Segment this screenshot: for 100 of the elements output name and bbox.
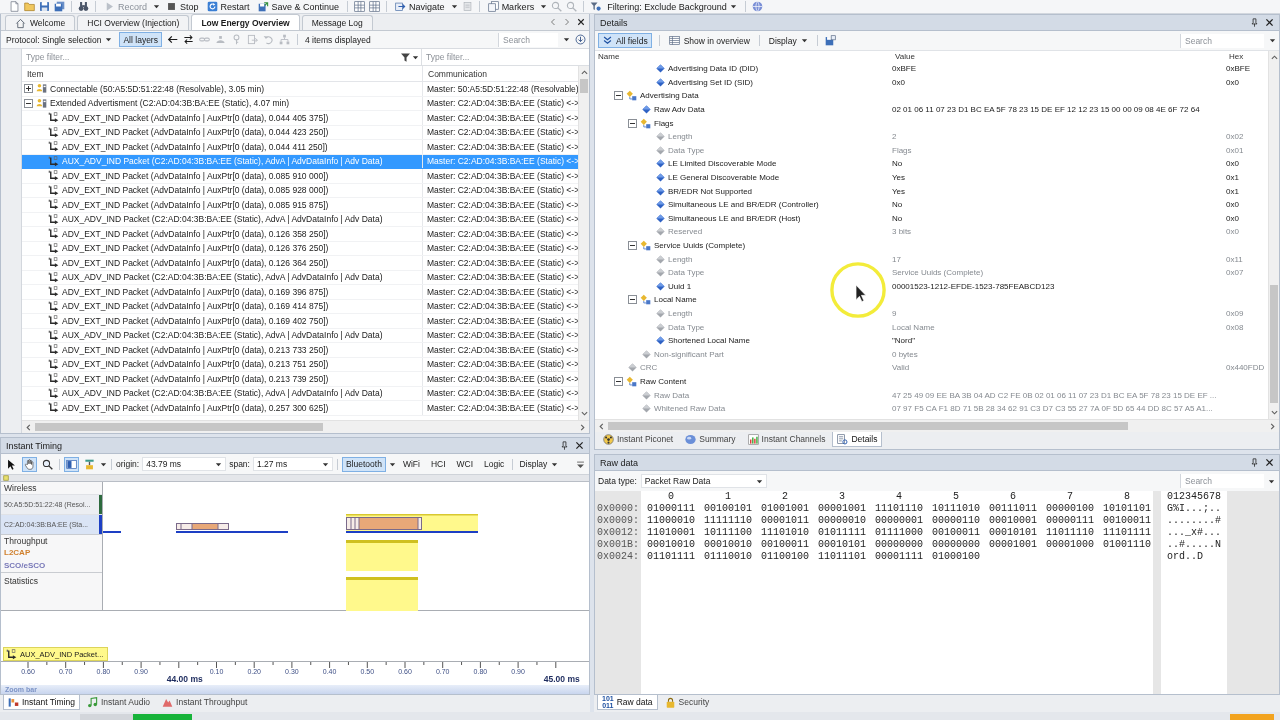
- panel-tab[interactable]: Security: [659, 695, 715, 710]
- column-header[interactable]: Hex: [1229, 52, 1244, 61]
- binoculars-icon[interactable]: [78, 1, 89, 12]
- panel-tab[interactable]: Instant Throughput: [157, 695, 253, 710]
- field-name[interactable]: Data Type: [668, 145, 705, 155]
- scrollbar-thumb[interactable]: [1270, 285, 1278, 403]
- field-name[interactable]: Advertising Data ID (DID): [668, 64, 759, 74]
- toolbar-button[interactable]: Restart: [204, 0, 252, 13]
- caret-icon[interactable]: [412, 53, 419, 61]
- field-name[interactable]: LE Limited Discoverable Mode: [668, 159, 777, 169]
- close-icon[interactable]: [1265, 18, 1274, 27]
- field-name[interactable]: BR/EDR Not Supported: [668, 186, 753, 196]
- overflow-caret-icon[interactable]: [575, 458, 586, 470]
- field-name[interactable]: Length: [668, 309, 693, 318]
- toolbar-button[interactable]: Save & Continue: [255, 0, 342, 13]
- funnel-icon[interactable]: [400, 51, 411, 63]
- caret-icon[interactable]: [450, 3, 458, 10]
- search-field[interactable]: Search: [1180, 474, 1264, 488]
- field-name[interactable]: Service Uuids (Complete): [654, 241, 746, 250]
- pin-icon[interactable]: [1250, 458, 1259, 467]
- panel-tab[interactable]: Instant Piconet: [598, 432, 679, 447]
- panel-tab[interactable]: Summary: [680, 432, 741, 447]
- minus-box-icon[interactable]: [614, 376, 623, 386]
- minus-box-icon[interactable]: [614, 91, 623, 101]
- floppy-stack-icon[interactable]: [54, 1, 65, 12]
- tool-button[interactable]: [64, 456, 79, 472]
- field-name[interactable]: Raw Data: [654, 390, 690, 400]
- horizontal-scrollbar[interactable]: [595, 419, 1279, 432]
- scroll-up-icon[interactable]: [1270, 54, 1278, 61]
- field-name[interactable]: LE General Discoverable Mode: [668, 173, 780, 183]
- vertical-scrollbar[interactable]: [578, 66, 589, 420]
- scrollbar-thumb[interactable]: [580, 79, 588, 93]
- document-tab[interactable]: Message Log: [301, 15, 373, 30]
- display-dropdown[interactable]: Display: [766, 33, 810, 48]
- document-tab[interactable]: HCI Overview (Injection): [77, 15, 190, 30]
- filter-toggle[interactable]: Logic: [480, 456, 509, 472]
- filter-toggle[interactable]: WCI: [452, 456, 478, 472]
- document-tab[interactable]: Low Energy Overview: [191, 14, 300, 30]
- column-header[interactable]: Value: [895, 52, 915, 61]
- caret-icon[interactable]: [100, 460, 107, 468]
- caret-icon[interactable]: [1268, 477, 1275, 485]
- vertical-scrollbar[interactable]: [1268, 51, 1279, 419]
- field-name[interactable]: Length: [668, 132, 693, 142]
- grid-icon[interactable]: [354, 1, 366, 12]
- column-header[interactable]: Communication: [428, 68, 488, 79]
- toolbar-button[interactable]: Navigate: [393, 0, 447, 13]
- show-in-overview-button[interactable]: Show in overview: [666, 33, 752, 48]
- scroll-left-icon[interactable]: [598, 422, 605, 430]
- scroll-up-icon[interactable]: [580, 69, 588, 76]
- scroll-left-icon[interactable]: [25, 423, 32, 431]
- field-name[interactable]: Raw Adv Data: [654, 105, 705, 115]
- caret-icon[interactable]: [563, 36, 570, 43]
- document-tab[interactable]: Welcome: [5, 15, 76, 30]
- field-name[interactable]: Data Type: [668, 322, 705, 332]
- panel-tab[interactable]: Instant Timing: [3, 695, 80, 710]
- origin-field[interactable]: 43.79 ms: [142, 457, 227, 471]
- layers-toggle[interactable]: All layers: [119, 32, 162, 47]
- minus-box-icon[interactable]: [628, 118, 637, 128]
- field-name[interactable]: Flags: [654, 118, 674, 128]
- field-name[interactable]: Whitened Raw Data: [654, 404, 726, 414]
- horizontal-scrollbar[interactable]: [22, 420, 589, 433]
- caret-icon[interactable]: [540, 3, 548, 10]
- panel-tab[interactable]: Instant Audio: [81, 695, 156, 710]
- field-name[interactable]: Shortened Local Name: [668, 336, 750, 346]
- folder-icon[interactable]: [24, 1, 35, 12]
- scroll-down-icon[interactable]: [1270, 409, 1278, 416]
- field-name[interactable]: Advertising Data: [640, 91, 699, 101]
- floppy-icon[interactable]: [824, 35, 836, 46]
- close-icon[interactable]: [1265, 458, 1274, 467]
- data-type-dropdown[interactable]: Packet Raw Data: [640, 474, 767, 488]
- scroll-down-icon[interactable]: [580, 410, 588, 417]
- field-name[interactable]: Reserved: [668, 227, 703, 237]
- swap-arrows-icon[interactable]: [182, 34, 194, 45]
- all-fields-toggle[interactable]: All fields: [598, 33, 652, 48]
- grid-icon[interactable]: [369, 1, 381, 12]
- back-arrow-icon[interactable]: [166, 34, 178, 45]
- scrollbar-thumb[interactable]: [608, 422, 1128, 430]
- scroll-right-icon[interactable]: [1269, 422, 1276, 430]
- caret-icon[interactable]: [1269, 37, 1276, 44]
- field-name[interactable]: Non-significant Part: [654, 349, 724, 359]
- close-icon[interactable]: [577, 18, 585, 26]
- field-name[interactable]: Data Type: [668, 268, 705, 278]
- minus-box-icon[interactable]: [628, 241, 637, 250]
- scroll-right-icon[interactable]: [579, 423, 586, 431]
- span-field[interactable]: 1.27 ms: [252, 457, 333, 471]
- field-name[interactable]: Local Name: [654, 295, 697, 305]
- panel-tab[interactable]: Instant Channels: [742, 432, 831, 447]
- filter-toggle[interactable]: Bluetooth: [341, 456, 386, 472]
- toolbar-button[interactable]: Stop: [164, 0, 201, 13]
- close-icon[interactable]: [575, 441, 584, 450]
- funnel-icon[interactable]: [590, 1, 602, 12]
- filter-toggle[interactable]: WiFi: [398, 456, 424, 472]
- caret-icon[interactable]: [388, 460, 396, 468]
- panel-tab[interactable]: Details: [832, 432, 883, 447]
- pin-icon[interactable]: [1250, 18, 1259, 27]
- toolbar-button[interactable]: Markers: [485, 0, 537, 13]
- globe-icon[interactable]: [751, 1, 763, 12]
- field-name[interactable]: Raw Content: [640, 376, 687, 386]
- plus-box-icon[interactable]: [24, 84, 33, 94]
- field-name[interactable]: Simultaneous LE and BR/EDR (Host): [668, 213, 801, 223]
